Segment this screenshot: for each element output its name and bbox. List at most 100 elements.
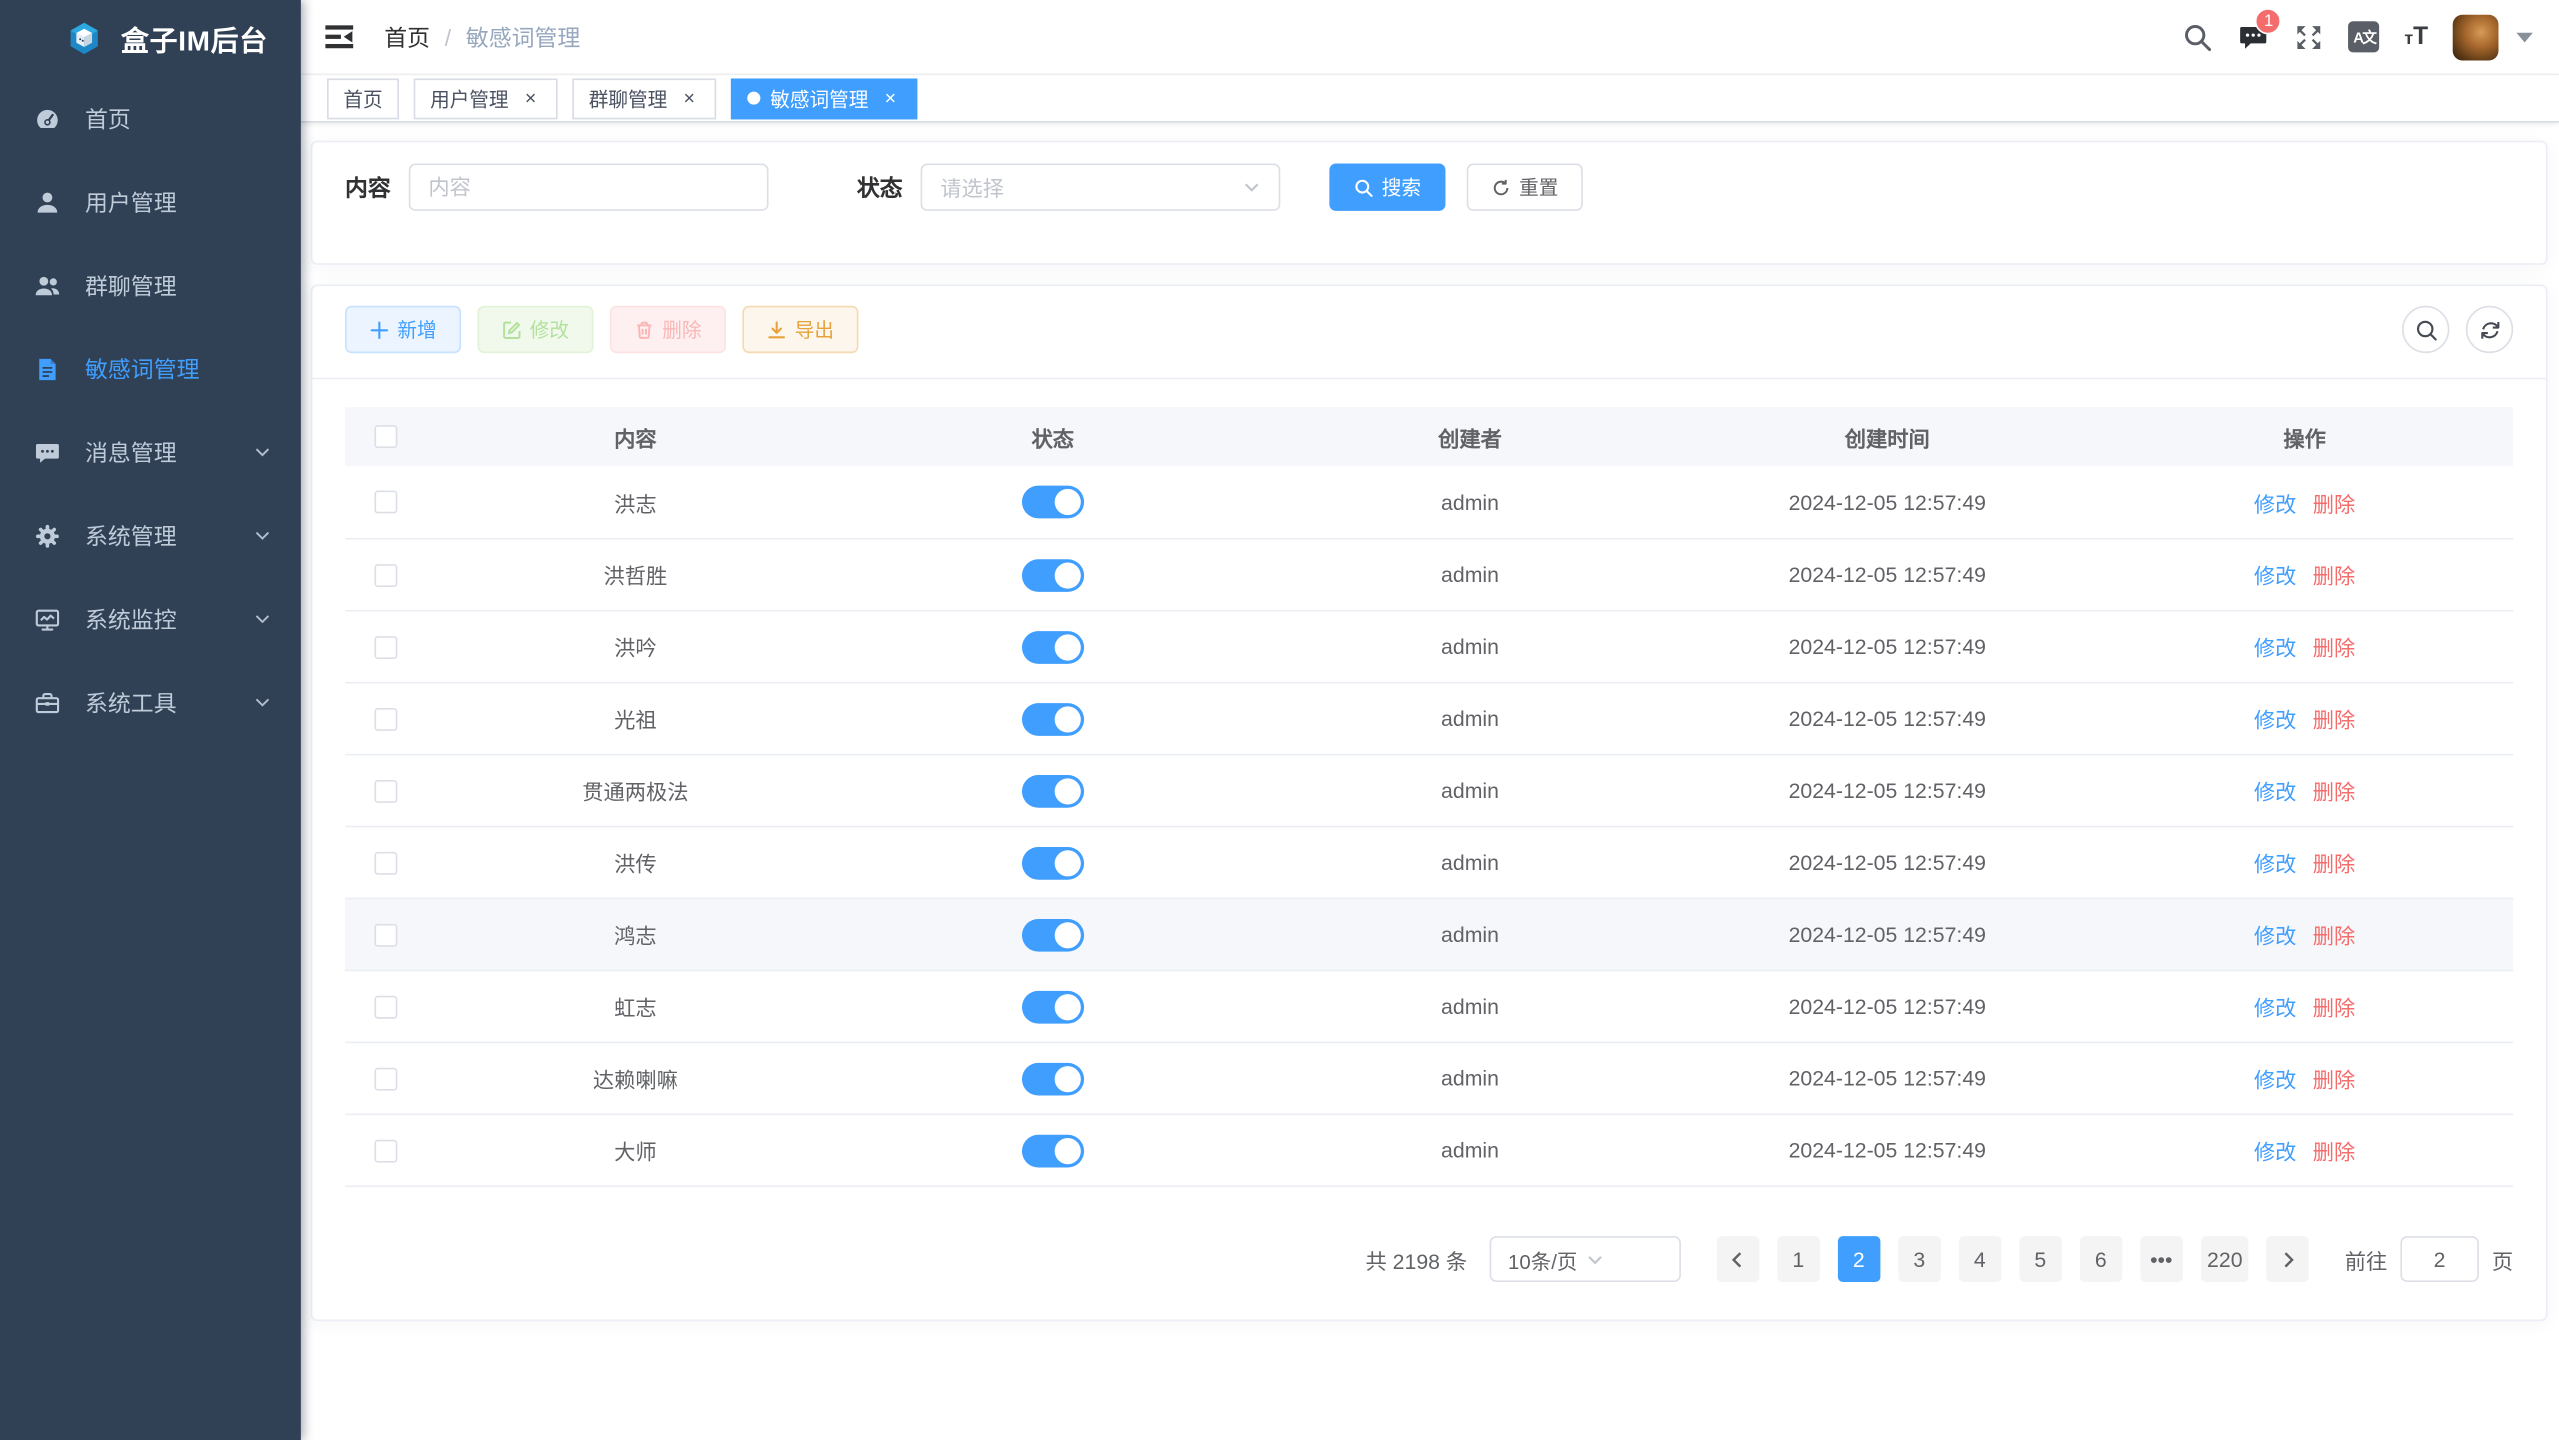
page-jumper-input[interactable] [2400,1236,2478,1282]
avatar[interactable] [2453,14,2499,60]
delete-button[interactable]: 删除 [610,306,726,353]
delete-link[interactable]: 删除 [2313,775,2356,806]
status-toggle[interactable] [1022,774,1084,807]
delete-link[interactable]: 删除 [2313,1063,2356,1094]
sidebar-menu: 首页用户管理群聊管理敏感词管理消息管理系统管理系统监控系统工具 [0,77,301,744]
page-size-select[interactable]: 10条/页 [1490,1236,1681,1282]
status-cell [844,683,1261,753]
created-time-value: 2024-12-05 12:57:49 [1789,706,1986,731]
page-number-button[interactable]: 3 [1898,1236,1941,1282]
row-checkbox[interactable] [374,851,397,874]
fullscreen-icon[interactable] [2293,21,2324,52]
column-header: 状态 [844,407,1261,466]
tab-label: 用户管理 [430,84,509,112]
status-toggle[interactable] [1022,558,1084,591]
page-number-button[interactable]: 4 [1959,1236,2002,1282]
content-input[interactable] [409,164,769,211]
row-checkbox[interactable] [374,1067,397,1090]
page-number-button[interactable]: 1 [1777,1236,1820,1282]
page-number-button[interactable]: 5 [2019,1236,2062,1282]
status-toggle[interactable] [1022,1062,1084,1095]
tab-1[interactable]: 用户管理 × [414,78,558,119]
edit-link[interactable]: 修改 [2254,775,2297,806]
row-checkbox[interactable] [374,563,397,586]
row-checkbox[interactable] [374,923,397,946]
edit-link[interactable]: 修改 [2254,991,2297,1022]
edit-link[interactable]: 修改 [2254,559,2297,590]
status-toggle[interactable] [1022,990,1084,1023]
export-button[interactable]: 导出 [742,306,858,353]
show-search-icon[interactable] [2402,306,2449,353]
delete-link[interactable]: 删除 [2313,559,2356,590]
row-checkbox[interactable] [374,779,397,802]
edit-link[interactable]: 修改 [2254,486,2297,517]
status-toggle[interactable] [1022,486,1084,519]
status-toggle[interactable] [1022,1134,1084,1167]
add-button[interactable]: 新增 [345,306,461,353]
delete-link[interactable]: 删除 [2313,486,2356,517]
prev-page-button[interactable] [1717,1236,1760,1282]
sidebar-item-4[interactable]: 消息管理 [0,410,301,493]
row-checkbox[interactable] [374,1139,397,1162]
row-checkbox[interactable] [374,707,397,730]
delete-link[interactable]: 删除 [2313,991,2356,1022]
gear-icon [34,522,60,548]
select-all-checkbox[interactable] [374,425,397,448]
app-logo[interactable]: 盒子IM后台 [0,0,301,77]
close-icon[interactable]: × [520,87,541,108]
sidebar-item-6[interactable]: 系统监控 [0,577,301,660]
delete-link[interactable]: 删除 [2313,703,2356,734]
sidebar-item-2[interactable]: 群聊管理 [0,244,301,327]
delete-link[interactable]: 删除 [2313,1135,2356,1166]
refresh-icon[interactable] [2466,306,2513,353]
sidebar-item-0[interactable]: 首页 [0,77,301,160]
pager-more-icon[interactable]: ••• [2140,1236,2183,1282]
search-icon[interactable] [2182,21,2213,52]
creator-value: admin [1441,490,1499,515]
tab-2[interactable]: 群聊管理× [572,78,716,119]
close-icon[interactable]: × [880,87,901,108]
delete-link[interactable]: 删除 [2313,919,2356,950]
row-checkbox[interactable] [374,635,397,658]
status-cell [844,755,1261,825]
tab-3[interactable]: 敏感词管理× [731,78,917,119]
breadcrumb-home[interactable]: 首页 [384,20,430,53]
row-checkbox[interactable] [374,491,397,514]
status-toggle[interactable] [1022,630,1084,663]
page-number-button[interactable]: 6 [2080,1236,2123,1282]
delete-link[interactable]: 删除 [2313,847,2356,878]
created-time-value: 2024-12-05 12:57:49 [1789,922,1986,947]
sidebar-fold-icon[interactable] [324,21,355,52]
sidebar-item-1[interactable]: 用户管理 [0,160,301,243]
status-toggle[interactable] [1022,918,1084,951]
edit-link[interactable]: 修改 [2254,1135,2297,1166]
status-select[interactable]: 请选择 [921,164,1281,211]
search-button[interactable]: 搜索 [1329,164,1445,211]
edit-link[interactable]: 修改 [2254,631,2297,662]
table-header-row: 内容 状态 创建者 创建时间 操作 [345,407,2513,466]
message-icon[interactable]: 1 [2238,21,2269,52]
edit-button[interactable]: 修改 [477,306,593,353]
sidebar-item-5[interactable]: 系统管理 [0,494,301,577]
sidebar-item-label: 首页 [85,102,271,135]
font-size-icon[interactable]: тT [2404,25,2428,50]
edit-link[interactable]: 修改 [2254,1063,2297,1094]
page-number-button[interactable]: 220 [2201,1236,2250,1282]
status-toggle[interactable] [1022,846,1084,879]
reset-button[interactable]: 重置 [1467,164,1583,211]
status-toggle[interactable] [1022,702,1084,735]
next-page-button[interactable] [2267,1236,2310,1282]
sidebar-item-7[interactable]: 系统工具 [0,661,301,744]
delete-link[interactable]: 删除 [2313,631,2356,662]
close-icon[interactable]: × [679,87,700,108]
creator-value: admin [1441,850,1499,875]
translate-icon[interactable]: A文 [2349,21,2380,52]
row-checkbox[interactable] [374,995,397,1018]
edit-link[interactable]: 修改 [2254,847,2297,878]
tab-0[interactable]: 首页 [327,78,399,119]
chevron-down-icon[interactable] [2516,32,2532,42]
sidebar-item-3[interactable]: 敏感词管理 [0,327,301,410]
page-number-button[interactable]: 2 [1838,1236,1881,1282]
edit-link[interactable]: 修改 [2254,703,2297,734]
edit-link[interactable]: 修改 [2254,919,2297,950]
